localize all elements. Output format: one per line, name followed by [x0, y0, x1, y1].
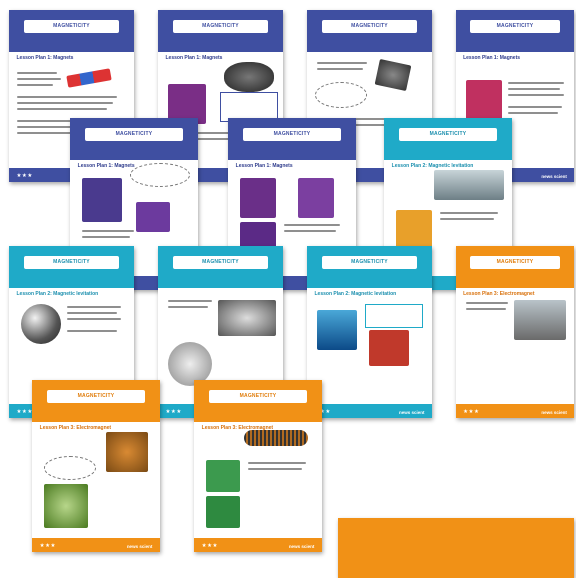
- magazine-title: MAGNETICITY: [399, 128, 497, 141]
- bar-magnet-image: [66, 68, 112, 88]
- page-10[interactable]: MAGNETICITY Lesson Plan 2: Magnetic levi…: [307, 246, 432, 418]
- page-header: MAGNETICITY: [228, 118, 356, 160]
- page-11[interactable]: MAGNETICITY Lesson Plan 3: Electromagnet…: [456, 246, 574, 418]
- levitating-globe-image: [21, 304, 61, 344]
- brand-logo: news scient: [288, 544, 315, 549]
- page-header: MAGNETICITY: [307, 10, 432, 52]
- lesson-heading: Lesson Plan 1: Magnets: [165, 55, 223, 61]
- lesson-heading: Lesson Plan 3: Electromagnet: [463, 291, 535, 297]
- magnet-field-diagram: [130, 163, 190, 187]
- activity-image: [396, 210, 432, 250]
- lesson-heading: Lesson Plan 1: Magnets: [16, 55, 74, 61]
- star-rating: ★★★: [39, 543, 56, 549]
- magazine-title: MAGNETICITY: [173, 256, 268, 269]
- brand-logo: news scient: [126, 544, 153, 549]
- page-header: MAGNETICITY: [456, 246, 574, 288]
- magazine-title: MAGNETICITY: [243, 128, 341, 141]
- magazine-title: MAGNETICITY: [470, 256, 560, 269]
- superconductor-image: [218, 300, 276, 336]
- iron-filings-image: [224, 62, 274, 92]
- maglev-train-image: [434, 170, 504, 200]
- star-rating: ★★★: [201, 543, 218, 549]
- page-header: MAGNETICITY: [9, 10, 134, 52]
- magazine-title: MAGNETICITY: [47, 390, 145, 403]
- activity-card: [369, 330, 409, 366]
- lesson-heading: Lesson Plan 2: Magnetic levitation: [391, 163, 474, 169]
- activity-card-2: [206, 496, 240, 528]
- brand-logo: news scient: [541, 410, 567, 415]
- page-header: [338, 518, 574, 578]
- brand-logo: news scient: [541, 174, 567, 179]
- magazine-title: MAGNETICITY: [470, 20, 560, 33]
- page-footer: ★★★news scient: [307, 404, 432, 418]
- star-rating: ★★★: [463, 409, 480, 415]
- activity-card-1: [206, 460, 240, 492]
- activity-image: [82, 178, 122, 222]
- page-header: MAGNETICITY: [384, 118, 512, 160]
- magnetite-rock-image: [374, 58, 412, 92]
- speech-bubble: [315, 82, 367, 108]
- page-header: MAGNETICITY: [307, 246, 432, 288]
- magnet-kit-image: [136, 202, 170, 232]
- lesson-heading: Lesson Plan 2: Magnetic levitation: [16, 291, 99, 297]
- page-footer: ★★★ news scient: [32, 538, 160, 552]
- speech-bubble: [44, 456, 96, 480]
- experiment-photo: [317, 310, 357, 350]
- magazine-title: MAGNETICITY: [24, 20, 119, 33]
- magazine-title: MAGNETICITY: [322, 256, 417, 269]
- magazine-title: MAGNETICITY: [85, 128, 183, 141]
- electromagnet-coil-image: [106, 432, 148, 472]
- star-rating: ★★★: [16, 409, 33, 415]
- coil-diagram: [244, 430, 308, 446]
- page-header: MAGNETICITY: [9, 246, 134, 288]
- activity-card-2: [298, 178, 334, 218]
- magazine-title: MAGNETICITY: [322, 20, 417, 33]
- star-rating: ★★★: [16, 173, 33, 179]
- page-header: MAGNETICITY: [70, 118, 198, 160]
- star-rating: ★★★: [165, 409, 182, 415]
- magazine-title: MAGNETICITY: [209, 390, 307, 403]
- magazine-title: MAGNETICITY: [173, 20, 268, 33]
- page-header: MAGNETICITY: [194, 380, 322, 422]
- lesson-heading: Lesson Plan 1: Magnets: [235, 163, 293, 169]
- circuit-photo: [44, 484, 88, 528]
- page-footer: ★★★ news scient: [456, 404, 574, 418]
- page-14[interactable]: [338, 518, 574, 578]
- brand-logo: news scient: [398, 410, 425, 415]
- info-box: [365, 304, 423, 328]
- crane-image: [514, 300, 566, 340]
- magazine-title: MAGNETICITY: [24, 256, 119, 269]
- lesson-heading: Lesson Plan 1: Magnets: [77, 163, 135, 169]
- page-header: MAGNETICITY: [158, 246, 283, 288]
- page-header: MAGNETICITY: [32, 380, 160, 422]
- lesson-heading: Lesson Plan 1: Magnets: [463, 55, 521, 61]
- page-header: MAGNETICITY: [158, 10, 283, 52]
- page-12[interactable]: MAGNETICITY Lesson Plan 3: Electromagnet…: [32, 380, 160, 552]
- lesson-heading: Lesson Plan 2: Magnetic levitation: [314, 291, 397, 297]
- page-header: MAGNETICITY: [456, 10, 574, 52]
- page-13[interactable]: MAGNETICITY Lesson Plan 3: Electromagnet…: [194, 380, 322, 552]
- lesson-heading: Lesson Plan 3: Electromagnet: [39, 425, 112, 431]
- page-footer: ★★★ news scient: [194, 538, 322, 552]
- activity-card-1: [240, 178, 276, 218]
